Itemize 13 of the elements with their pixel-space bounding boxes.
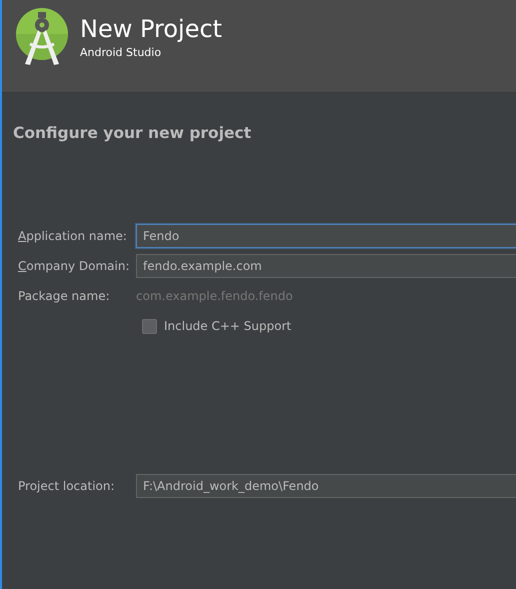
field-label: Application name: bbox=[18, 229, 128, 243]
field-label: Project location: bbox=[18, 479, 116, 493]
package-name-value: com.example.fendo.fendo bbox=[136, 289, 293, 303]
field-label: Company Domain: bbox=[18, 259, 131, 273]
location-field[interactable]: F:\Android_work_demo\Fendo bbox=[136, 474, 516, 498]
dialog-subtitle: Android Studio bbox=[80, 46, 162, 59]
dialog-title: New Project bbox=[80, 14, 222, 44]
text-field[interactable]: fendo.example.com bbox=[136, 254, 516, 278]
checkbox-label: Include C++ Support bbox=[164, 319, 292, 333]
section-heading: Configure your new project bbox=[13, 124, 252, 142]
checkbox[interactable] bbox=[142, 318, 157, 334]
field-label: Package name: bbox=[18, 289, 111, 303]
text-field[interactable]: Fendo bbox=[136, 224, 516, 248]
